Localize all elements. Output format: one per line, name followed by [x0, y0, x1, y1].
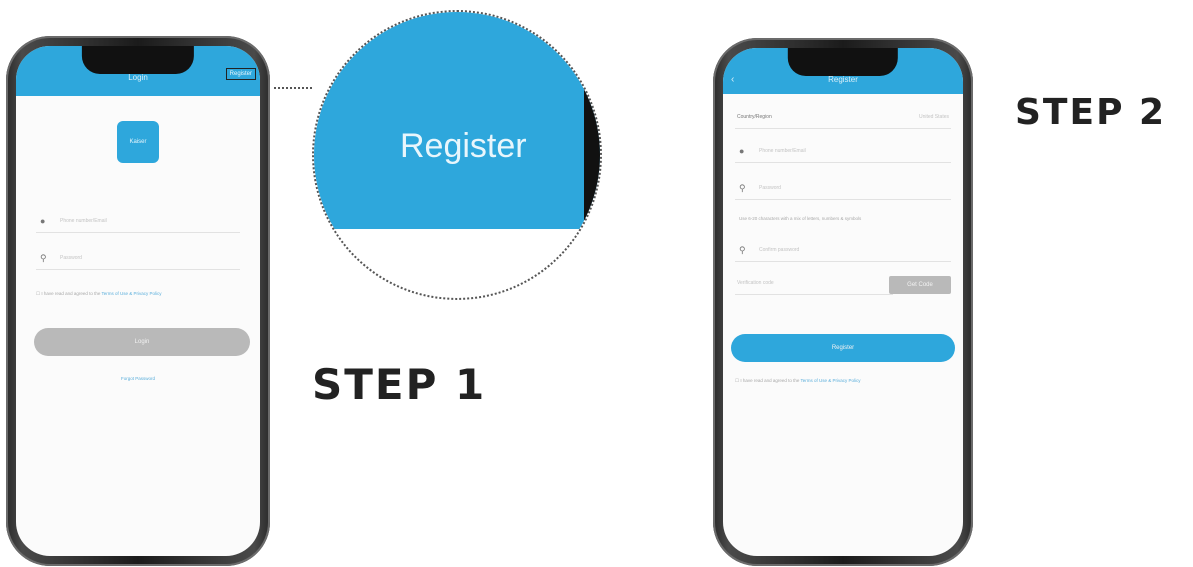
username-placeholder: Phone number/Email [60, 218, 107, 224]
country-row[interactable]: Country/Region United States [735, 110, 951, 129]
agreement-text: I have read and agreed to the [41, 291, 101, 296]
phone-notch [787, 48, 899, 76]
username-field[interactable]: ● Phone number/Email [36, 214, 240, 233]
get-code-button[interactable]: Get Code [889, 276, 951, 294]
step1-label: STEP 1 [312, 360, 487, 409]
terms-link[interactable]: Terms of Use & Privacy Policy [801, 378, 861, 383]
password-placeholder: Password [759, 185, 781, 191]
screen-title: Register [828, 75, 858, 84]
password-field[interactable]: ⚲ Password [36, 251, 240, 270]
register-zoom-callout: Register [312, 10, 602, 300]
phone-frame-step1: Login Register Kaiser ● Phone number/Ema… [6, 36, 270, 566]
phone-frame-step2: ‹ Register Country/Region United States … [713, 38, 973, 566]
zoom-connector [274, 87, 312, 89]
register-button[interactable]: Register [225, 68, 256, 80]
terms-link[interactable]: Terms of Use & Privacy Policy [102, 291, 162, 296]
code-placeholder: Verification code [737, 280, 774, 286]
login-button[interactable]: Login [34, 328, 250, 356]
agreement-row[interactable]: ☐ I have read and agreed to the Terms of… [36, 291, 250, 297]
screen-title: Login [128, 73, 148, 82]
step2-label: STEP 2 [1015, 92, 1167, 133]
agreement-row[interactable]: ☐ I have read and agreed to the Terms of… [735, 378, 953, 384]
password-placeholder: Password [60, 255, 82, 261]
country-value: United States [918, 114, 949, 120]
checkbox-icon[interactable]: ☐ [735, 378, 739, 383]
password-hint: Use 6-20 characters with a mix of letter… [739, 216, 862, 221]
zoom-register-label: Register [400, 127, 527, 165]
app-logo: Kaiser [117, 121, 159, 163]
account-placeholder: Phone number/Email [759, 148, 806, 154]
verification-code-field[interactable]: Verification code [735, 276, 893, 295]
checkbox-icon[interactable]: ☐ [36, 291, 40, 296]
key-icon: ⚲ [739, 245, 746, 255]
phone-notch [81, 46, 195, 74]
login-screen: Login Register Kaiser ● Phone number/Ema… [16, 46, 260, 556]
key-icon: ⚲ [739, 183, 746, 193]
user-icon: ● [739, 146, 745, 156]
zoom-phone-edge [584, 82, 600, 222]
agreement-text: I have read and agreed to the [740, 378, 800, 383]
register-screen: ‹ Register Country/Region United States … [723, 48, 963, 556]
password-field[interactable]: ⚲ Password [735, 181, 951, 200]
user-icon: ● [40, 216, 46, 226]
key-icon: ⚲ [40, 253, 47, 263]
forgot-password-link[interactable]: Forgot Password [16, 376, 260, 381]
confirm-placeholder: Confirm password [759, 247, 800, 253]
register-submit-button[interactable]: Register [731, 334, 955, 362]
zoom-app-bar [314, 12, 600, 230]
country-label: Country/Region [737, 114, 772, 120]
account-field[interactable]: ● Phone number/Email [735, 144, 951, 163]
confirm-password-field[interactable]: ⚲ Confirm password [735, 243, 951, 262]
